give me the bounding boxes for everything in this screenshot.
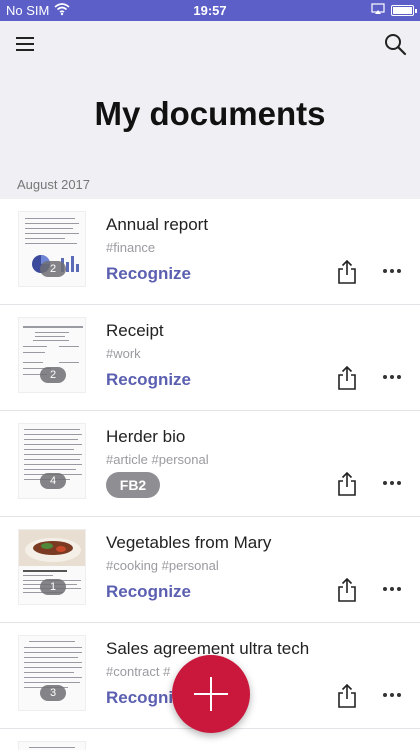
share-icon[interactable] bbox=[336, 365, 358, 391]
share-icon[interactable] bbox=[336, 577, 358, 603]
status-time: 19:57 bbox=[193, 3, 227, 18]
menu-icon[interactable] bbox=[14, 35, 38, 53]
document-tags: #finance bbox=[106, 240, 156, 255]
document-title[interactable]: Vegetables from Mary bbox=[106, 533, 271, 553]
add-document-button[interactable] bbox=[172, 655, 250, 733]
section-label: August 2017 bbox=[17, 177, 91, 192]
document-row[interactable]: 2 Receipt #work Recognize bbox=[0, 305, 420, 411]
document-title[interactable]: Receipt bbox=[106, 321, 164, 341]
share-icon[interactable] bbox=[336, 471, 358, 497]
food-photo bbox=[19, 530, 85, 566]
document-thumbnail[interactable] bbox=[18, 741, 86, 750]
more-options-icon[interactable] bbox=[383, 481, 403, 487]
document-tags: #cooking #personal bbox=[106, 558, 219, 573]
share-icon[interactable] bbox=[336, 259, 358, 285]
document-tags: #work bbox=[106, 346, 141, 361]
search-icon[interactable] bbox=[382, 31, 408, 57]
section-header: August 2017 bbox=[0, 171, 420, 199]
more-options-icon[interactable] bbox=[383, 269, 403, 275]
document-title[interactable]: Herder bio bbox=[106, 427, 185, 447]
format-badge[interactable]: FB2 bbox=[106, 472, 160, 498]
more-options-icon[interactable] bbox=[383, 375, 403, 381]
more-options-icon[interactable] bbox=[383, 693, 403, 699]
page-count-badge: 2 bbox=[40, 367, 66, 383]
document-title[interactable]: Annual report bbox=[106, 215, 208, 235]
page-count-badge: 3 bbox=[40, 685, 66, 701]
document-row[interactable]: 1 Vegetables from Mary #cooking #persona… bbox=[0, 517, 420, 623]
header: My documents bbox=[0, 21, 420, 171]
document-row[interactable]: 4 Herder bio #article #personal FB2 bbox=[0, 411, 420, 517]
share-icon[interactable] bbox=[336, 683, 358, 709]
page-count-badge: 4 bbox=[40, 473, 66, 489]
page-title: My documents bbox=[94, 95, 326, 132]
more-options-icon[interactable] bbox=[383, 587, 403, 593]
recognize-button[interactable]: Recognize bbox=[106, 582, 191, 602]
battery-icon bbox=[391, 5, 417, 16]
page-count-badge: 1 bbox=[40, 579, 66, 595]
recognize-button[interactable]: Recognize bbox=[106, 264, 191, 284]
document-row[interactable]: 2 Annual report #finance Recognize bbox=[0, 199, 420, 305]
airplay-icon bbox=[371, 3, 385, 14]
page-count-badge: 2 bbox=[40, 261, 66, 277]
document-tags: #article #personal bbox=[106, 452, 209, 467]
status-bar: No SIM 19:57 bbox=[0, 0, 420, 21]
recognize-button[interactable]: Recognize bbox=[106, 370, 191, 390]
document-tags: #contract # bbox=[106, 664, 171, 679]
